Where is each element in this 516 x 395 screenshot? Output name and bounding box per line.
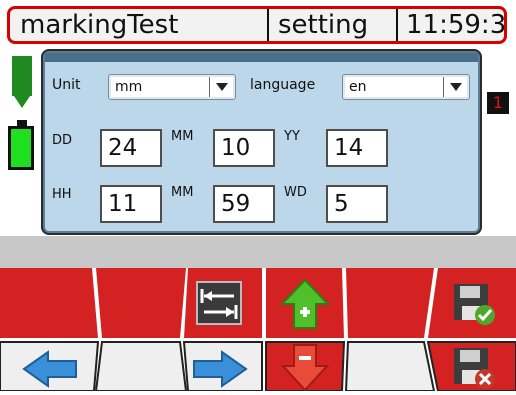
unit-select[interactable]: mm xyxy=(108,74,236,100)
dropdown-button[interactable] xyxy=(209,77,233,97)
softkey-1 xyxy=(0,268,98,338)
unit-label: Unit xyxy=(52,77,81,93)
minute-field[interactable]: 59 xyxy=(213,185,275,223)
arrow-down-minus-icon[interactable] xyxy=(280,344,330,392)
page-title: setting xyxy=(278,10,369,40)
title-bar: markingTest setting 11:59:39 xyxy=(7,6,507,44)
minute-label: MM xyxy=(171,185,194,200)
marker-tip xyxy=(14,96,30,108)
tab-align-icon[interactable] xyxy=(196,281,242,325)
arrow-up-plus-icon[interactable] xyxy=(279,278,331,330)
chevron-down-icon xyxy=(216,83,228,91)
softkey-11 xyxy=(344,341,436,391)
unit-select-value: mm xyxy=(115,79,143,95)
hour-field[interactable]: 11 xyxy=(100,185,162,223)
year-label: YY xyxy=(284,129,300,144)
language-select-value: en xyxy=(349,79,367,95)
settings-dialog: Unit mm language en DD 24 MM 10 YY 14 HH… xyxy=(43,51,480,233)
save-confirm-icon[interactable] xyxy=(452,282,496,326)
page-indicator: 1 xyxy=(487,92,509,114)
weekday-field[interactable]: 5 xyxy=(326,185,388,223)
button-bar xyxy=(0,268,516,392)
title-separator xyxy=(396,9,398,41)
month-field[interactable]: 10 xyxy=(213,129,275,167)
battery-full-icon xyxy=(8,126,34,170)
dropdown-button[interactable] xyxy=(443,77,467,97)
arrow-right-icon[interactable] xyxy=(192,350,248,388)
softkey-2 xyxy=(96,268,186,338)
language-select[interactable]: en xyxy=(342,74,470,100)
chevron-down-icon xyxy=(450,83,462,91)
dialog-title-strip xyxy=(45,53,478,62)
softkey-5 xyxy=(346,268,434,338)
day-label: DD xyxy=(52,133,73,148)
hour-label: HH xyxy=(52,187,72,202)
title-separator xyxy=(267,9,269,41)
day-field[interactable]: 24 xyxy=(100,129,162,167)
marker-pen-icon xyxy=(12,56,32,96)
year-field[interactable]: 14 xyxy=(326,129,388,167)
save-cancel-icon[interactable] xyxy=(452,346,496,390)
clock: 11:59:39 xyxy=(406,10,507,40)
month-label: MM xyxy=(171,129,194,144)
weekday-label: WD xyxy=(284,185,307,200)
arrow-left-icon[interactable] xyxy=(22,350,78,388)
app-title: markingTest xyxy=(20,10,179,40)
softkey-8 xyxy=(94,341,188,391)
status-band xyxy=(0,236,516,268)
language-label: language xyxy=(250,77,316,93)
